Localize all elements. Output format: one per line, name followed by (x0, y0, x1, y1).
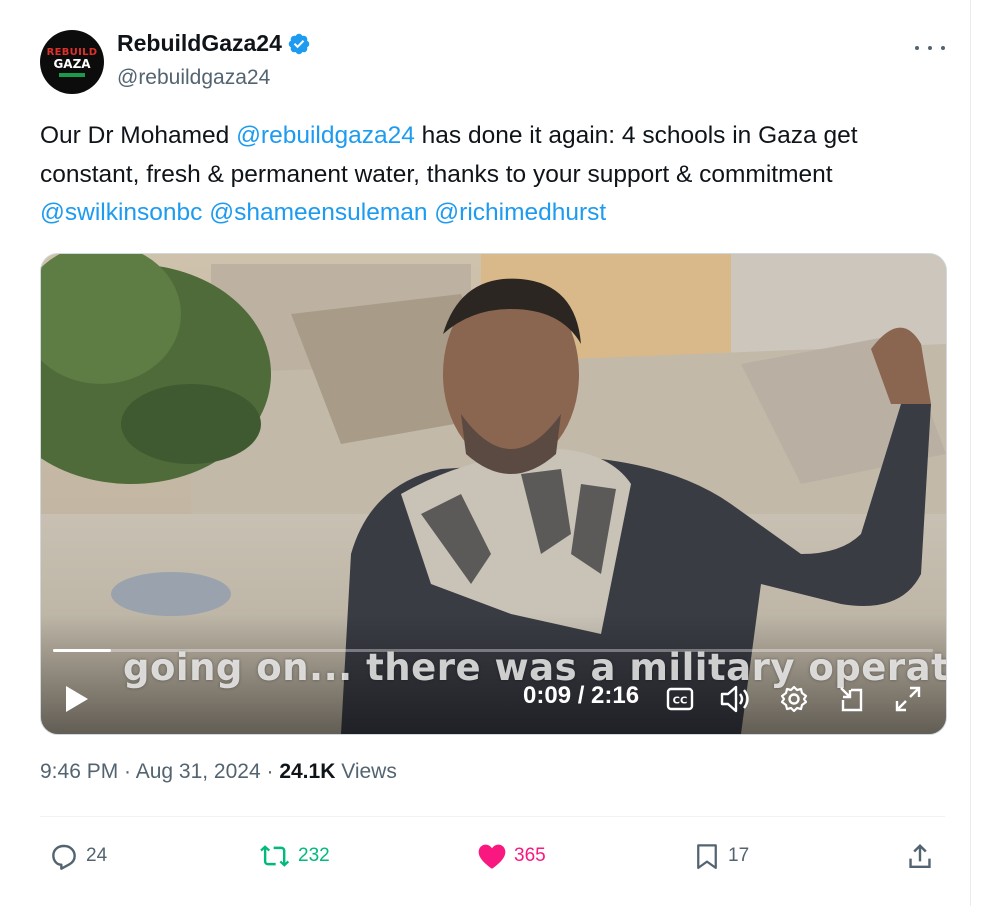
author-handle[interactable]: @rebuildgaza24 (117, 66, 270, 90)
mention-link[interactable]: @shameensuleman (209, 199, 427, 226)
volume-icon[interactable] (717, 682, 753, 716)
tweet-text-segment: Our Dr Mohamed (40, 122, 237, 149)
tweet-text: Our Dr Mohamed @rebuildgaza24 has done i… (40, 117, 940, 233)
like-count: 365 (514, 845, 546, 866)
views-count: 24.1K (279, 760, 336, 783)
svg-text:CC: CC (673, 696, 688, 707)
bookmark-icon (697, 844, 717, 869)
mention-link[interactable]: @rebuildgaza24 (236, 122, 415, 149)
reply-icon (52, 844, 76, 870)
avatar-text-bottom: GAZA (53, 57, 91, 71)
video-player[interactable]: going on... there was a military operati… (40, 253, 947, 735)
fullscreen-icon[interactable] (891, 682, 925, 716)
settings-icon[interactable] (777, 682, 811, 716)
author-name[interactable]: RebuildGaza24 (117, 30, 282, 57)
author-name-row: RebuildGaza24 (117, 30, 311, 57)
video-time: 0:09 / 2:16 (523, 682, 640, 709)
like-button[interactable]: 365 (476, 838, 546, 874)
video-progress-bar[interactable] (53, 649, 933, 652)
mention-link[interactable]: @richimedhurst (434, 199, 606, 226)
bookmark-button[interactable]: 17 (692, 838, 749, 874)
video-progress-fill (53, 649, 112, 652)
tweet-card: REBUILD GAZA RebuildGaza24 @rebuildgaza2… (0, 0, 971, 906)
verified-badge-icon[interactable] (287, 32, 311, 56)
pip-icon[interactable] (835, 682, 869, 716)
heart-icon (478, 844, 506, 869)
avatar-stripe (59, 73, 85, 77)
repost-count: 232 (298, 845, 330, 866)
tweet-meta: 9:46 PM · Aug 31, 2024 · 24.1K Views (40, 760, 397, 784)
more-options-icon[interactable] (915, 38, 945, 58)
tweet-timestamp[interactable]: 9:46 PM · Aug 31, 2024 · (40, 760, 279, 783)
repost-button[interactable]: 232 (258, 838, 330, 874)
views-label: Views (335, 760, 397, 783)
reply-count: 24 (86, 845, 108, 866)
share-icon (909, 844, 931, 868)
avatar[interactable]: REBUILD GAZA (40, 30, 104, 94)
captions-icon[interactable]: CC (663, 684, 697, 714)
repost-icon (260, 845, 290, 867)
share-button[interactable] (904, 838, 936, 874)
reply-button[interactable]: 24 (48, 838, 107, 874)
mention-link[interactable]: @swilkinsonbc (40, 199, 202, 226)
bookmark-count: 17 (728, 845, 750, 866)
divider (40, 816, 945, 817)
play-icon[interactable] (59, 682, 93, 716)
